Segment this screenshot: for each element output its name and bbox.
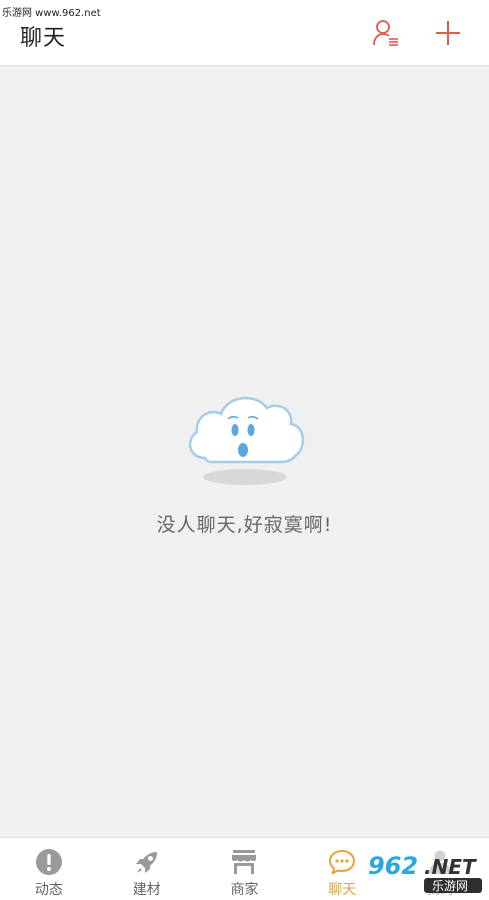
tab-merchants[interactable]: 商家 [196,838,294,900]
exclamation-circle-icon [35,849,62,875]
empty-message: 没人聊天,好寂寞啊! [156,514,333,536]
tab-dynamics[interactable]: 动态 [0,838,98,900]
empty-state: 没人聊天,好寂寞啊! [0,384,489,537]
svg-text:962: 962 [368,852,418,880]
tab-materials[interactable]: 建材 [98,838,196,900]
watermark-text: 乐游网 www.962.net [2,8,101,19]
tab-label: 动态 [34,882,63,898]
add-button[interactable] [432,17,464,49]
tab-label: 建材 [132,882,161,898]
tab-label: 聊天 [328,882,357,898]
surprised-cloud-icon [188,396,304,485]
storefront-icon [232,850,257,874]
chat-bubble-icon [329,849,356,875]
rocket-icon [135,852,157,873]
svg-text:乐游网: 乐游网 [432,879,468,893]
contacts-button[interactable] [370,17,402,49]
empty-illustration [175,384,315,494]
contacts-list-icon [373,20,398,46]
svg-text:.NET: .NET [424,855,477,879]
page-title: 聊天 [20,26,67,51]
tab-label: 商家 [230,882,259,898]
chat-list-area: 没人聊天,好寂寞啊! [0,67,489,837]
plus-icon [436,21,460,45]
watermark-logo: 962 .NET 乐游网 [362,848,486,896]
